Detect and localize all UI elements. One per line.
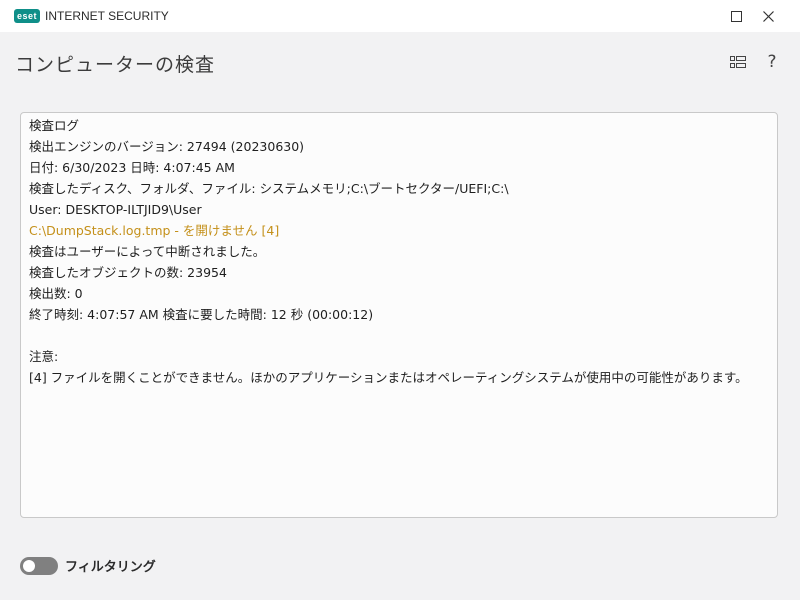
- log-line: 日付: 6/30/2023 日時: 4:07:45 AM: [29, 160, 235, 175]
- maximize-icon: [730, 10, 742, 22]
- list-view-icon: [730, 56, 746, 68]
- log-line: 検査はユーザーによって中断されました。: [29, 244, 266, 259]
- log-line: 検出エンジンのバージョン: 27494 (20230630): [29, 139, 305, 154]
- filter-label: フィルタリング: [65, 560, 156, 575]
- app-logo: eset INTERNET SECURITY: [14, 9, 169, 23]
- log-line: 検査したディスク、フォルダ、ファイル: システムメモリ;C:\ブートセクター/U…: [29, 181, 509, 196]
- help-icon: ?: [767, 52, 777, 72]
- help-button[interactable]: ?: [762, 52, 782, 72]
- close-button[interactable]: [752, 0, 784, 32]
- filter-toggle[interactable]: [20, 556, 58, 575]
- title-bar: eset INTERNET SECURITY: [0, 0, 800, 32]
- scan-log-textarea[interactable]: 検査ログ検出エンジンのバージョン: 27494 (20230630) 日付: 6/…: [20, 112, 778, 518]
- log-line: 検査したオブジェクトの数: 23954: [29, 265, 227, 280]
- app-name: INTERNET SECURITY: [45, 9, 169, 23]
- eset-logo: eset: [14, 9, 41, 23]
- page-title: コンピューターの検査: [15, 54, 216, 76]
- log-line: 注意:: [29, 349, 59, 364]
- close-icon: [762, 10, 774, 22]
- log-line: 検出数: 0: [29, 286, 83, 301]
- list-view-button[interactable]: [728, 52, 748, 72]
- filter-control: フィルタリング: [20, 556, 156, 575]
- log-line: User: DESKTOP-ILTJID9\User: [29, 202, 202, 217]
- toggle-knob: [23, 559, 35, 572]
- log-line: C:\DumpStack.log.tmp - を開けません [4]: [29, 223, 280, 238]
- log-line: [4] ファイルを開くことができません。ほかのアプリケーションまたはオペレーティ…: [29, 370, 748, 385]
- log-line: 検査ログ: [29, 118, 80, 133]
- maximize-button[interactable]: [720, 0, 752, 32]
- log-line: 終了時刻: 4:07:57 AM 検査に要した時間: 12 秒 (00:00:1…: [29, 307, 374, 322]
- log-lines: 検査ログ検出エンジンのバージョン: 27494 (20230630) 日付: 6/…: [29, 115, 769, 388]
